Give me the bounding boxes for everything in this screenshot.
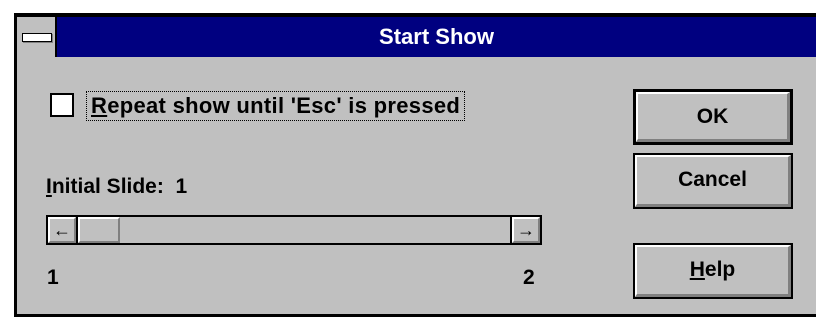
- dialog-title: Start Show: [379, 24, 494, 49]
- help-accelerator: H: [689, 258, 705, 281]
- help-button[interactable]: Help: [633, 243, 793, 299]
- initial-slide-scrollbar[interactable]: ← →: [46, 215, 542, 245]
- help-label-text: elp: [704, 258, 736, 281]
- scroll-right-button[interactable]: →: [512, 217, 540, 243]
- scroll-range-max: 2: [523, 266, 535, 289]
- scroll-thumb[interactable]: [78, 217, 120, 243]
- scroll-range-min: 1: [47, 266, 59, 289]
- repeat-show-checkbox[interactable]: [50, 93, 74, 117]
- ok-button-label: OK: [636, 92, 790, 142]
- repeat-show-label[interactable]: Repeat show until 'Esc' is pressed: [86, 91, 466, 121]
- help-button-label: Help: [635, 245, 791, 297]
- cancel-button[interactable]: Cancel: [633, 153, 793, 209]
- left-arrow-icon: ←: [53, 220, 71, 240]
- initial-slide-label-text: nitial Slide:: [51, 175, 164, 198]
- repeat-show-accelerator: R: [91, 93, 108, 118]
- initial-slide-label: Initial Slide: 1: [46, 174, 187, 200]
- cancel-button-label: Cancel: [635, 155, 791, 207]
- repeat-show-label-text: epeat show until 'Esc' is pressed: [107, 93, 461, 118]
- system-menu-icon: [22, 33, 52, 42]
- system-menu-button[interactable]: [17, 17, 57, 57]
- right-arrow-icon: →: [517, 220, 535, 240]
- ok-button[interactable]: OK: [633, 89, 793, 145]
- scroll-left-button[interactable]: ←: [48, 217, 76, 243]
- initial-slide-value: 1: [175, 175, 188, 198]
